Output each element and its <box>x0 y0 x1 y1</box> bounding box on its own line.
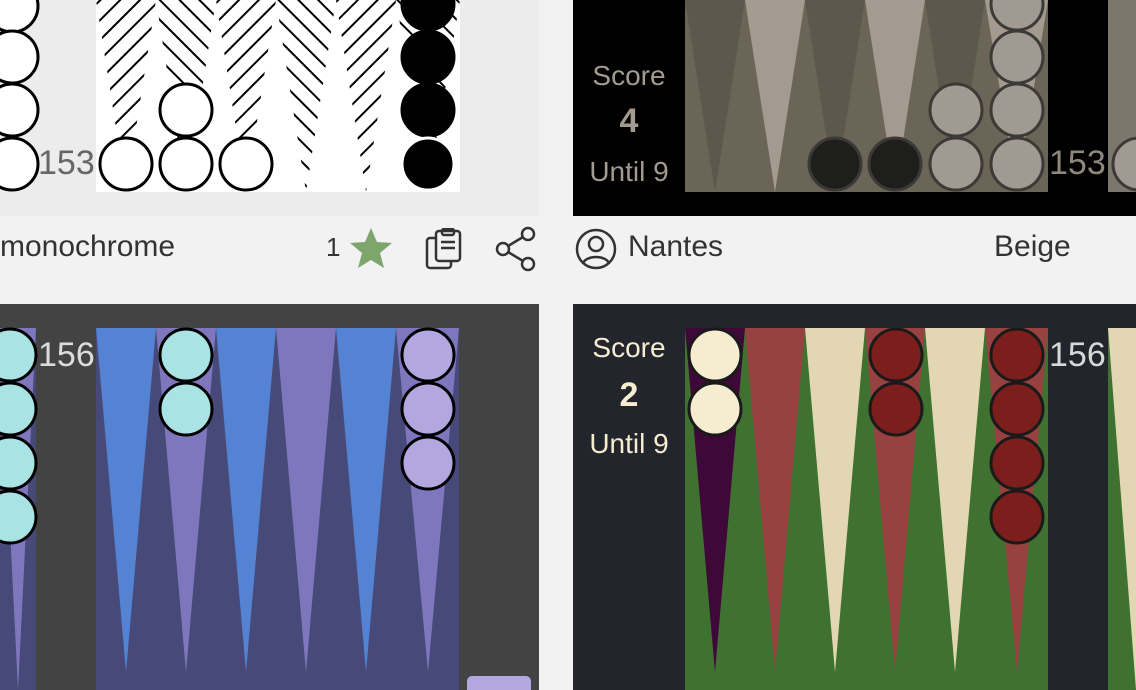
star-icon[interactable] <box>349 227 393 269</box>
theme-card-footer: monochrome 1 <box>0 214 539 284</box>
score-value: 2 <box>619 376 639 414</box>
pip-count: 156 <box>1049 336 1106 374</box>
theme-name: monochrome <box>0 230 176 263</box>
score-label: Score <box>592 60 666 91</box>
score-until: Until 9 <box>589 156 669 187</box>
score-until: Until 9 <box>589 428 669 459</box>
clipboard-icon[interactable] <box>424 228 464 270</box>
theme-card-footer: Nantes Beige <box>573 214 1136 284</box>
favorites-count: 1 <box>326 232 341 262</box>
theme-card-blue-purple[interactable]: 156 <box>0 304 539 690</box>
score-label: Score <box>592 332 666 363</box>
theme-name: Beige <box>994 230 1071 263</box>
pip-count: 153 <box>1049 144 1106 182</box>
share-icon[interactable] <box>495 226 537 272</box>
user-circle-icon <box>575 228 617 270</box>
author-name[interactable]: Nantes <box>628 230 723 264</box>
theme-card-green-red[interactable]: Score 2 Until 9 156 <box>573 304 1136 690</box>
pip-count: 156 <box>38 336 95 374</box>
board-preview <box>0 0 539 216</box>
theme-card-beige[interactable]: Score 4 Until 9 153 <box>573 0 1136 216</box>
score-value: 4 <box>619 102 639 140</box>
theme-card-monochrome[interactable]: 153 <box>0 0 539 216</box>
pip-count: 153 <box>38 144 95 182</box>
